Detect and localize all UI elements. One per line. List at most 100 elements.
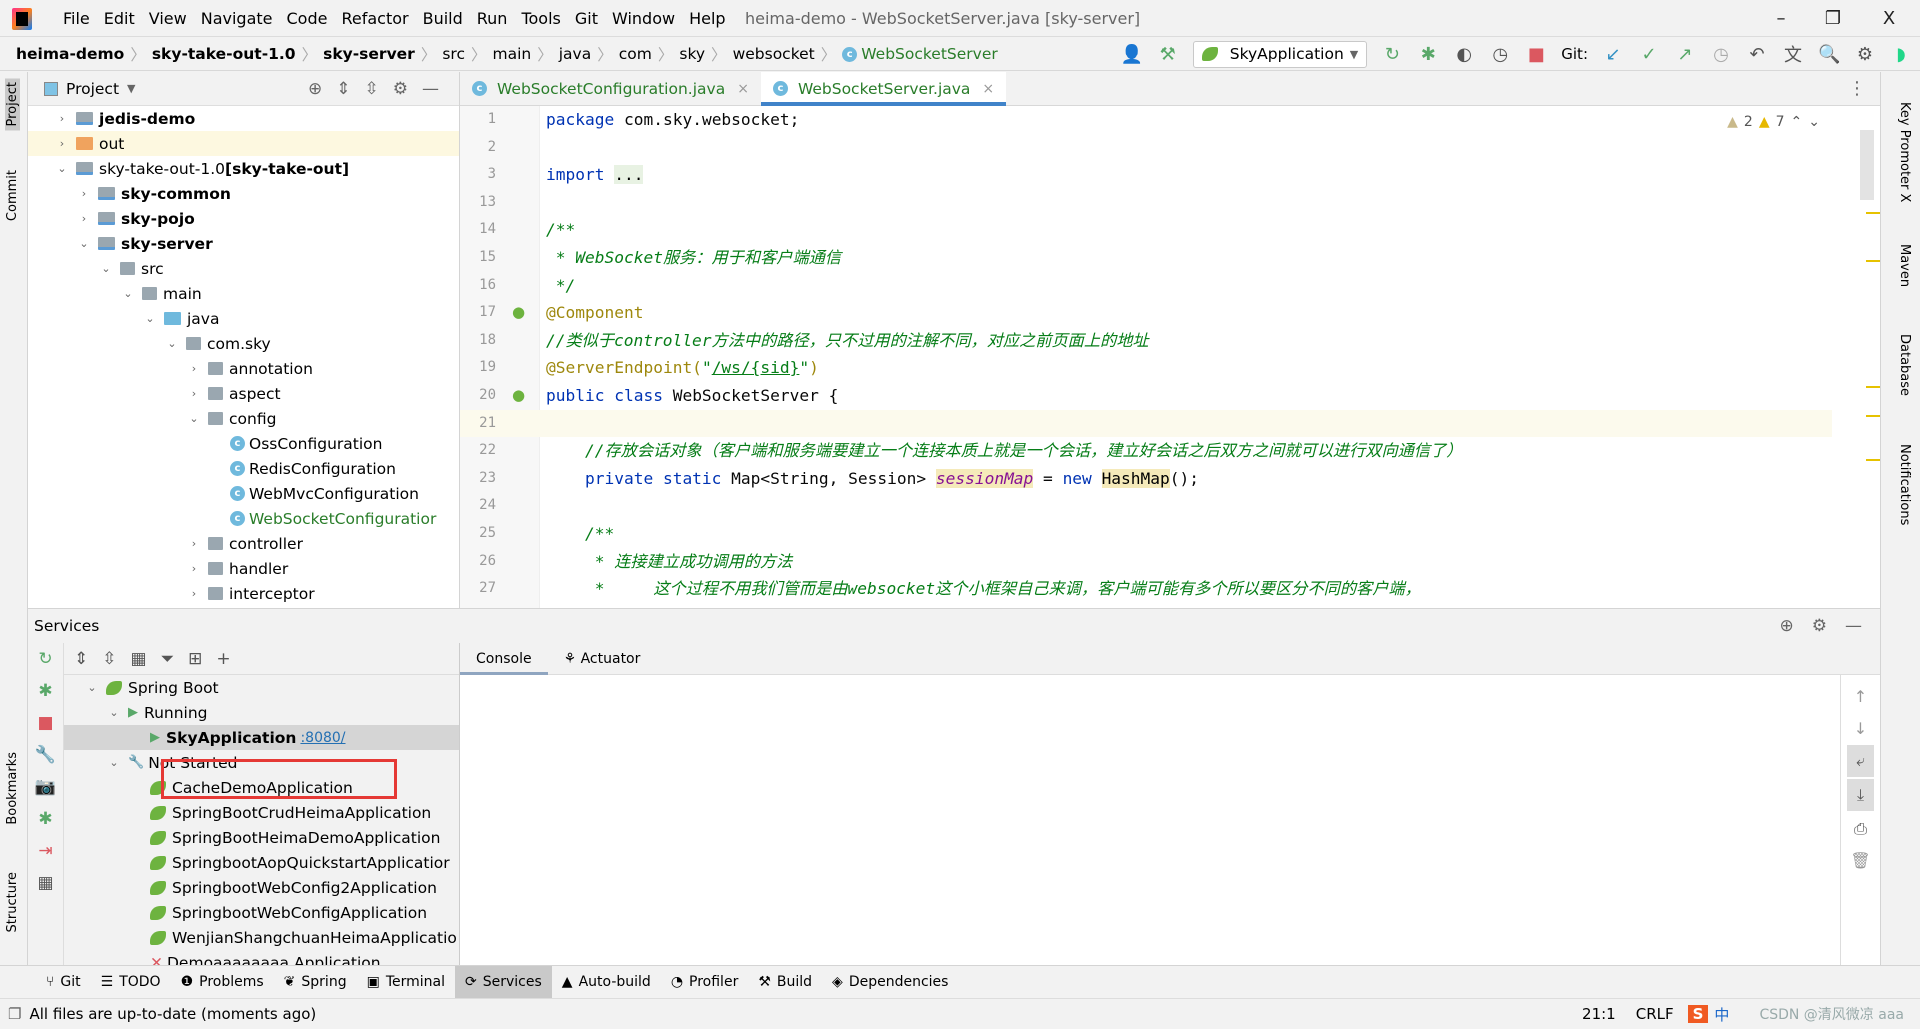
tool-window-dependencies[interactable]: ◈ Dependencies: [822, 966, 958, 999]
debug-icon[interactable]: ✱: [28, 675, 63, 707]
code-line[interactable]: * 这个过程不用我们管而是由websocket这个小框架自己来调，客户端可能有多…: [540, 575, 1832, 603]
spring-class-icon[interactable]: ●: [512, 386, 525, 404]
code-line[interactable]: @ServerEndpoint("/ws/{sid}"): [540, 354, 1832, 382]
menu-navigate[interactable]: Navigate: [194, 0, 280, 37]
tab-actuator[interactable]: ⚘ Actuator: [548, 643, 657, 675]
chevron-right-icon[interactable]: ›: [54, 112, 70, 125]
translate-icon[interactable]: 文: [1782, 41, 1804, 67]
tool-window-todo[interactable]: ☰ TODO: [91, 966, 171, 999]
minimize-button[interactable]: –: [1758, 0, 1804, 37]
collapse-all-icon[interactable]: ⇳: [365, 79, 393, 99]
rerun-icon[interactable]: ↻: [1381, 44, 1403, 65]
tree-item[interactable]: › sky-pojo: [28, 206, 459, 231]
tab-console[interactable]: Console: [460, 643, 548, 675]
stripe-notifications[interactable]: Notifications: [1897, 444, 1912, 525]
editor-tab[interactable]: c WebSocketConfiguration.java ×: [460, 72, 761, 106]
services-header-actions[interactable]: ⊕⚙—: [1780, 616, 1881, 636]
group-icon[interactable]: ▦: [131, 649, 147, 669]
hide-icon[interactable]: —: [1845, 616, 1880, 636]
tree-item[interactable]: ⌄ src: [28, 256, 459, 281]
tool-window-auto-build[interactable]: ▲ Auto-build: [552, 966, 661, 999]
error-stripe-mark[interactable]: [1866, 212, 1880, 214]
chevron-right-icon[interactable]: ›: [186, 587, 202, 600]
error-stripe-mark[interactable]: [1866, 386, 1880, 388]
add-service-icon[interactable]: +: [216, 649, 230, 669]
tool-window-services[interactable]: ⟳ Services: [455, 965, 552, 999]
breadcrumb-item[interactable]: websocket: [729, 45, 819, 63]
down-icon[interactable]: ↓: [1841, 713, 1880, 745]
expand-all-icon[interactable]: ⇕: [336, 79, 364, 99]
gear-icon[interactable]: ⚙: [393, 79, 422, 99]
chevron-down-icon[interactable]: ⌄: [54, 162, 70, 175]
editor-tab[interactable]: c WebSocketServer.java ×: [760, 71, 1007, 106]
next-issue-icon[interactable]: ⌄: [1808, 114, 1820, 130]
breadcrumb-item[interactable]: sky-take-out-1.0: [148, 45, 300, 63]
service-item[interactable]: ⌄ ▶ Running: [64, 700, 459, 725]
chevron-down-icon[interactable]: ⌄: [106, 756, 122, 769]
tree-item[interactable]: ⌄ java: [28, 306, 459, 331]
tree-item[interactable]: ⌄ config: [28, 406, 459, 431]
trash-icon[interactable]: 🗑: [1841, 845, 1880, 877]
restore-button[interactable]: ❐: [1810, 0, 1856, 37]
project-title[interactable]: Project: [66, 80, 119, 98]
exit-icon[interactable]: ⇥: [28, 835, 63, 867]
coverage-icon[interactable]: ◐: [1453, 44, 1475, 65]
menu-run[interactable]: Run: [470, 0, 515, 37]
code-line[interactable]: [540, 189, 1832, 217]
chevron-down-icon[interactable]: ⌄: [120, 287, 136, 300]
tree-item[interactable]: ⌄ com.sky: [28, 331, 459, 356]
hide-icon[interactable]: —: [422, 79, 453, 99]
ime-mode[interactable]: 中: [1714, 1004, 1729, 1025]
chevron-right-icon[interactable]: ›: [186, 537, 202, 550]
plugin-logo-icon[interactable]: ◗: [1890, 44, 1912, 65]
gear-icon[interactable]: ⚙: [1854, 44, 1876, 65]
menu-window[interactable]: Window: [605, 0, 682, 37]
service-item[interactable]: WenjianShangchuanHeimaApplicatio: [64, 925, 459, 950]
layout-icon[interactable]: ▦: [28, 867, 63, 899]
code-line[interactable]: //类似于controller方法中的路径，只不过用的注解不同，对应之前页面上的…: [540, 327, 1832, 355]
tree-item[interactable]: › jedis-demo: [28, 106, 459, 131]
tree-item[interactable]: c WebMvcConfiguration: [28, 481, 459, 506]
menu-git[interactable]: Git: [568, 0, 605, 37]
code-line[interactable]: import ...: [540, 161, 1832, 189]
build-hammer-icon[interactable]: ⚒: [1157, 44, 1179, 65]
user-icon[interactable]: 👤: [1121, 44, 1143, 65]
menu-help[interactable]: Help: [682, 0, 732, 37]
code-line[interactable]: //存放会话对象（客户端和服务端要建立一个连接本质上就是一个会话，建立好会话之后…: [540, 437, 1832, 465]
print-icon[interactable]: ⎙: [1841, 813, 1880, 845]
tree-item[interactable]: › sky-common: [28, 181, 459, 206]
project-header-actions[interactable]: ⊕⇕⇳⚙—: [308, 79, 459, 99]
menu-code[interactable]: Code: [280, 0, 335, 37]
code-line[interactable]: /**: [540, 216, 1832, 244]
profile-icon[interactable]: ◷: [1489, 44, 1511, 65]
spring-bean-icon[interactable]: ●: [512, 303, 525, 321]
tree-item[interactable]: › controller: [28, 531, 459, 556]
debug-icon[interactable]: ✱: [1417, 44, 1439, 65]
tree-item[interactable]: c RedisConfiguration: [28, 456, 459, 481]
run-configuration-dropdown[interactable]: SkyApplication ▼: [1192, 40, 1368, 68]
git-commit-icon[interactable]: ✓: [1638, 44, 1660, 65]
wrench-icon[interactable]: 🔧: [28, 739, 63, 771]
close-button[interactable]: X: [1866, 0, 1912, 37]
tool-window-git[interactable]: ⑂ Git: [36, 966, 91, 999]
tree-item[interactable]: c OssConfiguration: [28, 431, 459, 456]
inspection-widget[interactable]: ▲ 2 ▲ 7 ⌃ ⌄: [1727, 114, 1820, 130]
locate-icon[interactable]: ⊕: [1780, 616, 1812, 636]
menu-edit[interactable]: Edit: [97, 0, 142, 37]
breadcrumb-item[interactable]: sky-server: [319, 45, 419, 63]
code-line[interactable]: public class WebSocketServer {: [540, 382, 1832, 410]
menu-build[interactable]: Build: [416, 0, 470, 37]
chevron-down-icon[interactable]: ⌄: [186, 412, 202, 425]
history-icon[interactable]: ◷: [1710, 44, 1732, 65]
chevron-right-icon[interactable]: ›: [54, 137, 70, 150]
chevron-down-icon[interactable]: ⌄: [76, 237, 92, 250]
service-item[interactable]: SpringBootCrudHeimaApplication: [64, 800, 459, 825]
git-push-icon[interactable]: ↗: [1674, 44, 1696, 65]
stripe-structure[interactable]: Structure: [5, 872, 20, 932]
tree-item[interactable]: ⌄ sky-take-out-1.0 [sky-take-out]: [28, 156, 459, 181]
git-update-icon[interactable]: ↙: [1602, 44, 1624, 65]
more-tabs-icon[interactable]: ⋮: [1848, 78, 1866, 99]
tree-item[interactable]: ⌄ sky-server: [28, 231, 459, 256]
code-line[interactable]: * WebSocket服务：用于和客户端通信: [540, 244, 1832, 272]
code-line[interactable]: @Component: [540, 299, 1832, 327]
